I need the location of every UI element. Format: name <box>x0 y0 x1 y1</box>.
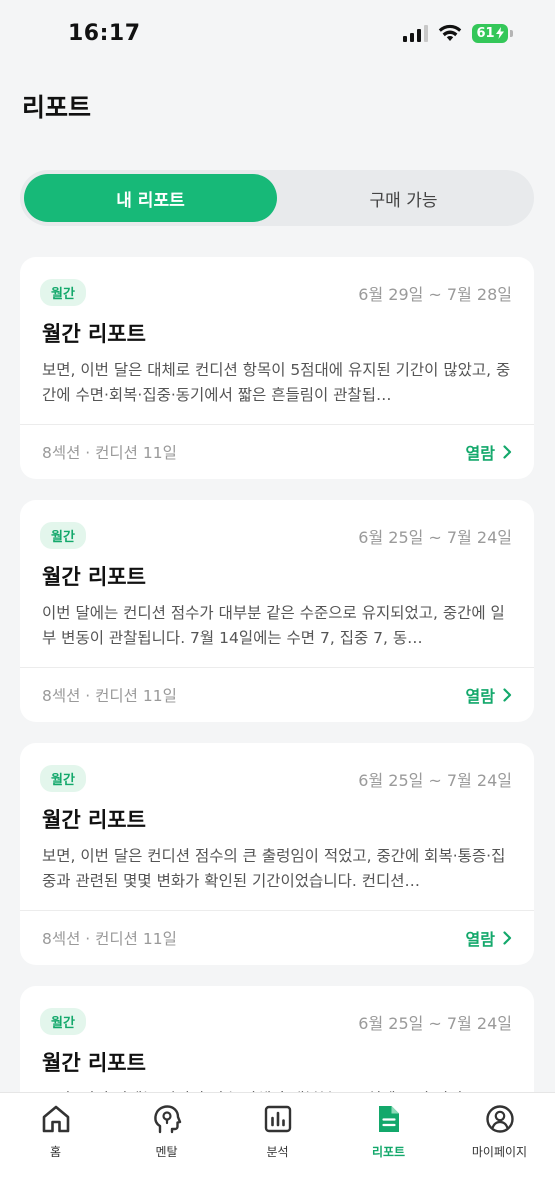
tab-available-purchase[interactable]: 구매 가능 <box>277 174 530 222</box>
card-header: 월간 6월 25일 ~ 7월 24일 <box>20 743 534 792</box>
page-title: 리포트 <box>22 93 92 122</box>
nav-label: 리포트 <box>371 1145 406 1159</box>
home-icon <box>42 1105 69 1133</box>
battery-cap <box>510 29 513 37</box>
report-type-badge: 월간 <box>40 279 86 306</box>
report-title: 월간 리포트 <box>42 1051 146 1075</box>
report-type-badge: 월간 <box>40 765 86 792</box>
open-report-button[interactable]: 열람 <box>466 440 512 464</box>
report-date-range: 6월 25일 ~ 7월 24일 <box>358 770 512 790</box>
report-card[interactable]: 월간 6월 25일 ~ 7월 24일 월간 리포트 보면, 이번 달은 컨디션 … <box>20 743 534 965</box>
nav-item-mental[interactable]: 멘탈 <box>111 1103 222 1200</box>
chevron-right-icon <box>503 688 512 702</box>
app-screen: 16:17 61 리포트 내 리포트 구매 가능 월간 6월 29일 ~ 7월 … <box>0 0 555 1200</box>
report-tabs: 내 리포트 구매 가능 <box>20 170 534 226</box>
open-report-label: 열람 <box>465 444 495 463</box>
report-card[interactable]: 월간 6월 25일 ~ 7월 24일 월간 리포트 이번 달에는 컨디션 점수가… <box>20 500 534 722</box>
nav-label: 분석 <box>266 1145 289 1159</box>
battery-indicator: 61 <box>472 23 513 43</box>
report-card[interactable]: 월간 6월 29일 ~ 7월 28일 월간 리포트 보면, 이번 달은 대체로 … <box>20 257 534 479</box>
report-list: 월간 6월 29일 ~ 7월 28일 월간 리포트 보면, 이번 달은 대체로 … <box>20 257 534 1200</box>
open-report-button[interactable]: 열람 <box>466 926 512 950</box>
profile-icon <box>485 1105 514 1133</box>
nav-label: 홈 <box>49 1145 62 1159</box>
charging-bolt-icon <box>495 27 504 39</box>
nav-item-report[interactable]: 리포트 <box>333 1103 444 1200</box>
nav-label: 멘탈 <box>155 1145 178 1159</box>
report-description: 이번 달에는 컨디션 점수가 대부분 같은 수준으로 유지되었고, 중간에 일부… <box>42 604 505 647</box>
open-report-button[interactable]: 열람 <box>466 683 512 707</box>
bottom-navigation: 홈 멘탈 분석 리포트 마이페이지 <box>0 1092 555 1200</box>
status-time: 16:17 <box>68 20 141 46</box>
status-icons: 61 <box>403 23 513 43</box>
report-date-range: 6월 29일 ~ 7월 28일 <box>358 284 512 304</box>
card-header: 월간 6월 25일 ~ 7월 24일 <box>20 500 534 549</box>
report-meta: 8섹션 · 컨디션 11일 <box>42 687 177 705</box>
battery-level: 61 <box>476 25 495 41</box>
card-footer: 8섹션 · 컨디션 11일 열람 <box>20 425 534 479</box>
report-type-badge: 월간 <box>40 1008 86 1035</box>
tab-my-reports[interactable]: 내 리포트 <box>24 174 277 222</box>
report-date-range: 6월 25일 ~ 7월 24일 <box>358 527 512 547</box>
chevron-right-icon <box>503 445 512 459</box>
mental-head-icon <box>153 1105 181 1134</box>
chevron-right-icon <box>503 931 512 945</box>
open-report-label: 열람 <box>465 930 495 949</box>
report-description: 보면, 이번 달은 컨디션 점수의 큰 출렁임이 적었고, 중간에 회복·통증·… <box>42 847 506 890</box>
nav-item-mypage[interactable]: 마이페이지 <box>444 1103 555 1200</box>
battery-icon: 61 <box>472 23 508 43</box>
card-header: 월간 6월 25일 ~ 7월 24일 <box>20 986 534 1035</box>
wifi-icon <box>438 24 462 41</box>
nav-label: 마이페이지 <box>471 1145 528 1159</box>
report-meta: 8섹션 · 컨디션 11일 <box>42 444 177 462</box>
status-bar: 16:17 61 <box>0 0 555 66</box>
card-header: 월간 6월 29일 ~ 7월 28일 <box>20 257 534 306</box>
report-title: 월간 리포트 <box>42 322 146 346</box>
report-date-range: 6월 25일 ~ 7월 24일 <box>358 1013 512 1033</box>
card-footer: 8섹션 · 컨디션 11일 열람 <box>20 911 534 965</box>
report-type-badge: 월간 <box>40 522 86 549</box>
analysis-chart-icon <box>264 1105 291 1133</box>
report-title: 월간 리포트 <box>42 808 146 832</box>
cellular-signal-icon <box>403 24 428 42</box>
open-report-label: 열람 <box>465 687 495 706</box>
report-document-icon <box>378 1106 399 1132</box>
report-title: 월간 리포트 <box>42 565 146 589</box>
report-meta: 8섹션 · 컨디션 11일 <box>42 930 177 948</box>
nav-item-home[interactable]: 홈 <box>0 1103 111 1200</box>
report-description: 보면, 이번 달은 대체로 컨디션 항목이 5점대에 유지된 기간이 많았고, … <box>42 361 511 404</box>
nav-item-analysis[interactable]: 분석 <box>222 1103 333 1200</box>
card-footer: 8섹션 · 컨디션 11일 열람 <box>20 668 534 722</box>
